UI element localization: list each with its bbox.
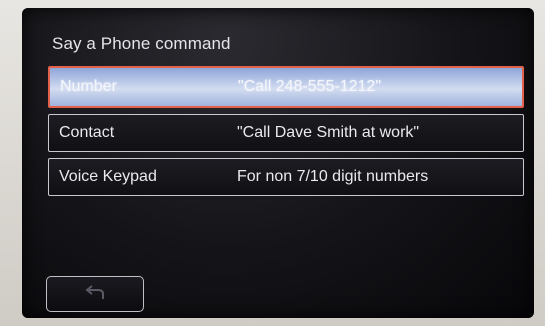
voice-prompt-title: Say a Phone command: [52, 34, 231, 53]
menu-item-number[interactable]: Number "Call 248-555-1212": [48, 66, 524, 108]
menu-item-label: Number: [60, 78, 117, 95]
menu-item-contact[interactable]: Contact "Call Dave Smith at work": [48, 114, 524, 152]
back-button[interactable]: [46, 276, 144, 312]
menu-item-voice-keypad[interactable]: Voice Keypad For non 7/10 digit numbers: [48, 158, 524, 196]
menu-item-label: Voice Keypad: [59, 168, 157, 185]
menu-item-example: "Call 248-555-1212": [238, 78, 382, 95]
phone-command-list: Number "Call 248-555-1212" Contact "Call…: [48, 66, 524, 202]
back-arrow-icon: [81, 285, 109, 303]
menu-item-example: "Call Dave Smith at work": [237, 124, 420, 141]
menu-item-example: For non 7/10 digit numbers: [237, 168, 429, 185]
menu-item-label: Contact: [59, 124, 115, 141]
infotainment-screen: Say a Phone command Number "Call 248-555…: [22, 8, 534, 318]
